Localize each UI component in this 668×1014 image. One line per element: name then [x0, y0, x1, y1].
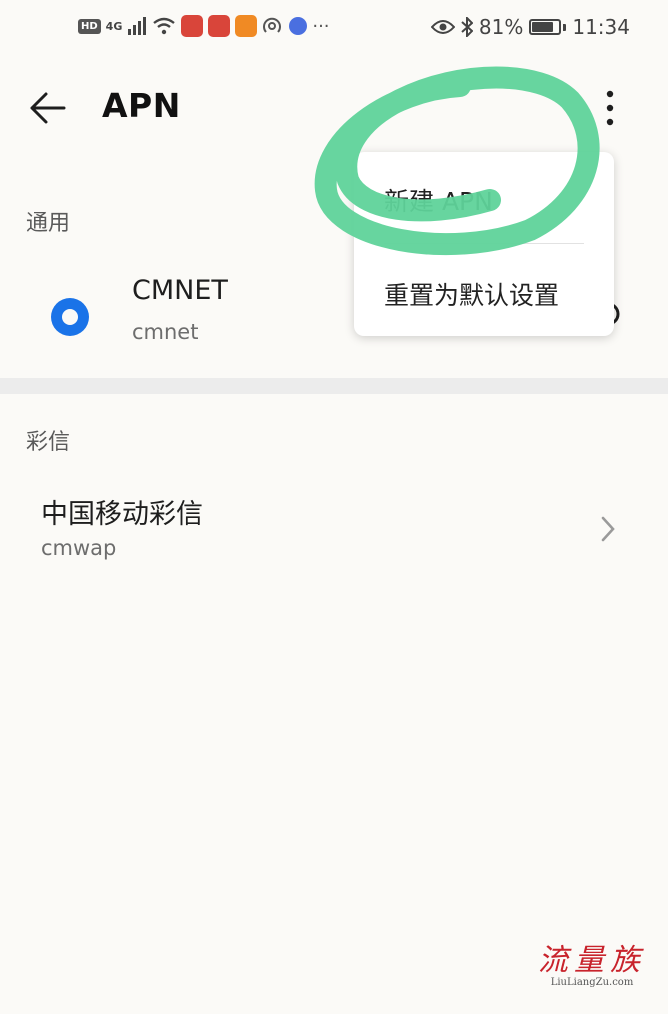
bluetooth-icon [461, 17, 473, 37]
watermark-logo: 流量族 LiuLiangZu.com [536, 943, 648, 989]
watermark-url: LiuLiangZu.com [550, 977, 634, 988]
apn-radio-button[interactable] [51, 298, 89, 336]
status-icons-right: 81% 11:34 [430, 15, 630, 39]
hd-voice-icon: HD [78, 18, 101, 34]
menu-item-reset-default[interactable]: 重置为默认设置 [384, 276, 559, 312]
hotspot-icon [263, 17, 282, 33]
battery-level [532, 22, 554, 32]
apn-name: CMNET [132, 275, 228, 306]
status-icons-left: HD 4G ··· [78, 15, 330, 37]
wifi-icon [153, 17, 176, 35]
watermark-text: 流量族 [538, 943, 646, 978]
overflow-menu: 新建 APN 重置为默认设置 [354, 152, 614, 336]
apn-item-mms[interactable]: 中国移动彩信 cmwap [0, 478, 668, 578]
app-notification-icon [181, 15, 204, 37]
chevron-right-icon [601, 516, 615, 542]
signal-icon [128, 17, 147, 35]
section-header-general: 通用 [26, 211, 71, 236]
page-title: APN [102, 86, 181, 125]
section-header-mms: 彩信 [26, 430, 71, 455]
clock: 11:34 [572, 15, 630, 39]
app-notification-icon [208, 15, 231, 37]
apn-value: cmnet [132, 320, 199, 344]
back-arrow-icon[interactable] [26, 86, 70, 130]
battery-percent: 81% [478, 15, 524, 39]
toolbar: APN [0, 70, 668, 150]
battery-tip [563, 23, 567, 31]
more-notifications-icon: ··· [312, 15, 330, 37]
apn-value: cmwap [41, 536, 117, 560]
eye-comfort-icon [430, 20, 455, 34]
menu-item-new-apn[interactable]: 新建 APN [384, 182, 493, 218]
music-app-icon [289, 17, 308, 35]
battery-icon [529, 19, 562, 35]
more-options-icon[interactable] [596, 84, 624, 132]
apn-name: 中国移动彩信 [41, 499, 203, 530]
network-type-label: 4G [105, 19, 123, 33]
status-bar: HD 4G ··· 81% 11:34 [0, 0, 668, 56]
video-app-notification-icon [235, 15, 258, 37]
menu-separator [384, 243, 584, 244]
section-divider [0, 378, 668, 394]
